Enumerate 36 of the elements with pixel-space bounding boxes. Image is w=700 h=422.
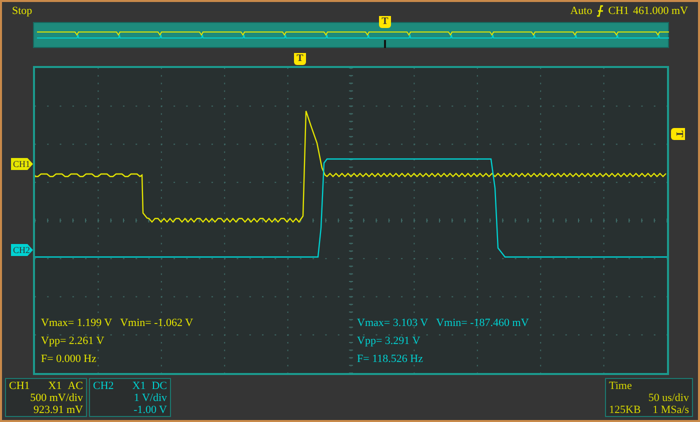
measurement-reading: Vpp= 3.291 V [357, 336, 420, 347]
vertical-scale: 1 V/div [134, 393, 167, 404]
timebase-scale: 50 us/div [648, 393, 689, 404]
coupling-mode: DC [152, 381, 167, 392]
measurement-reading: F= 118.526 Hz [357, 354, 423, 365]
channel-panel[interactable]: CH2 X1 DC 1 V/div -1.00 V [89, 378, 171, 417]
measurement-reading: Vpp= 2.261 V [41, 336, 104, 347]
probe-ratio: X1 [48, 381, 62, 392]
vertical-offset: 923.91 mV [34, 405, 83, 416]
measurement-reading: Vmin= -187.460 mV [436, 318, 529, 329]
channel-name: CH1 [9, 381, 30, 392]
channel-marker[interactable]: CH1 [11, 158, 33, 170]
channel-panel[interactable]: CH1 X1 AC 500 mV/div 923.91 mV [5, 378, 87, 417]
coupling-mode: AC [68, 381, 83, 392]
rising-edge-icon [596, 5, 604, 17]
channel-marker[interactable]: CH2 [11, 244, 33, 256]
trigger-position-marker[interactable]: T [294, 53, 306, 65]
waveform-overview[interactable] [33, 22, 669, 48]
timebase-panel[interactable]: Time 50 us/div 125KB 1 MSa/s [605, 378, 693, 417]
measurement-reading: Vmax= 1.199 V [41, 318, 112, 329]
trigger-mode: Auto [570, 6, 592, 16]
timebase-label: Time [609, 381, 633, 392]
channel-name: CH2 [93, 381, 114, 392]
run-status: Stop [12, 6, 32, 16]
measurement-reading: Vmax= 3.103 V [357, 318, 428, 329]
memory-depth: 125KB [609, 405, 641, 416]
trigger-level-marker[interactable]: T [671, 128, 685, 140]
trigger-position-marker[interactable]: T [379, 16, 391, 28]
trigger-level: 461.000 mV [633, 6, 688, 16]
measurement-reading: Vmin= -1.062 V [120, 318, 194, 329]
sample-rate: 1 MSa/s [652, 405, 689, 416]
probe-ratio: X1 [132, 381, 146, 392]
vertical-scale: 500 mV/div [30, 393, 83, 404]
measurement-reading: F= 0.000 Hz [41, 354, 96, 365]
vertical-offset: -1.00 V [134, 405, 167, 416]
trigger-source: CH1 [608, 6, 629, 16]
